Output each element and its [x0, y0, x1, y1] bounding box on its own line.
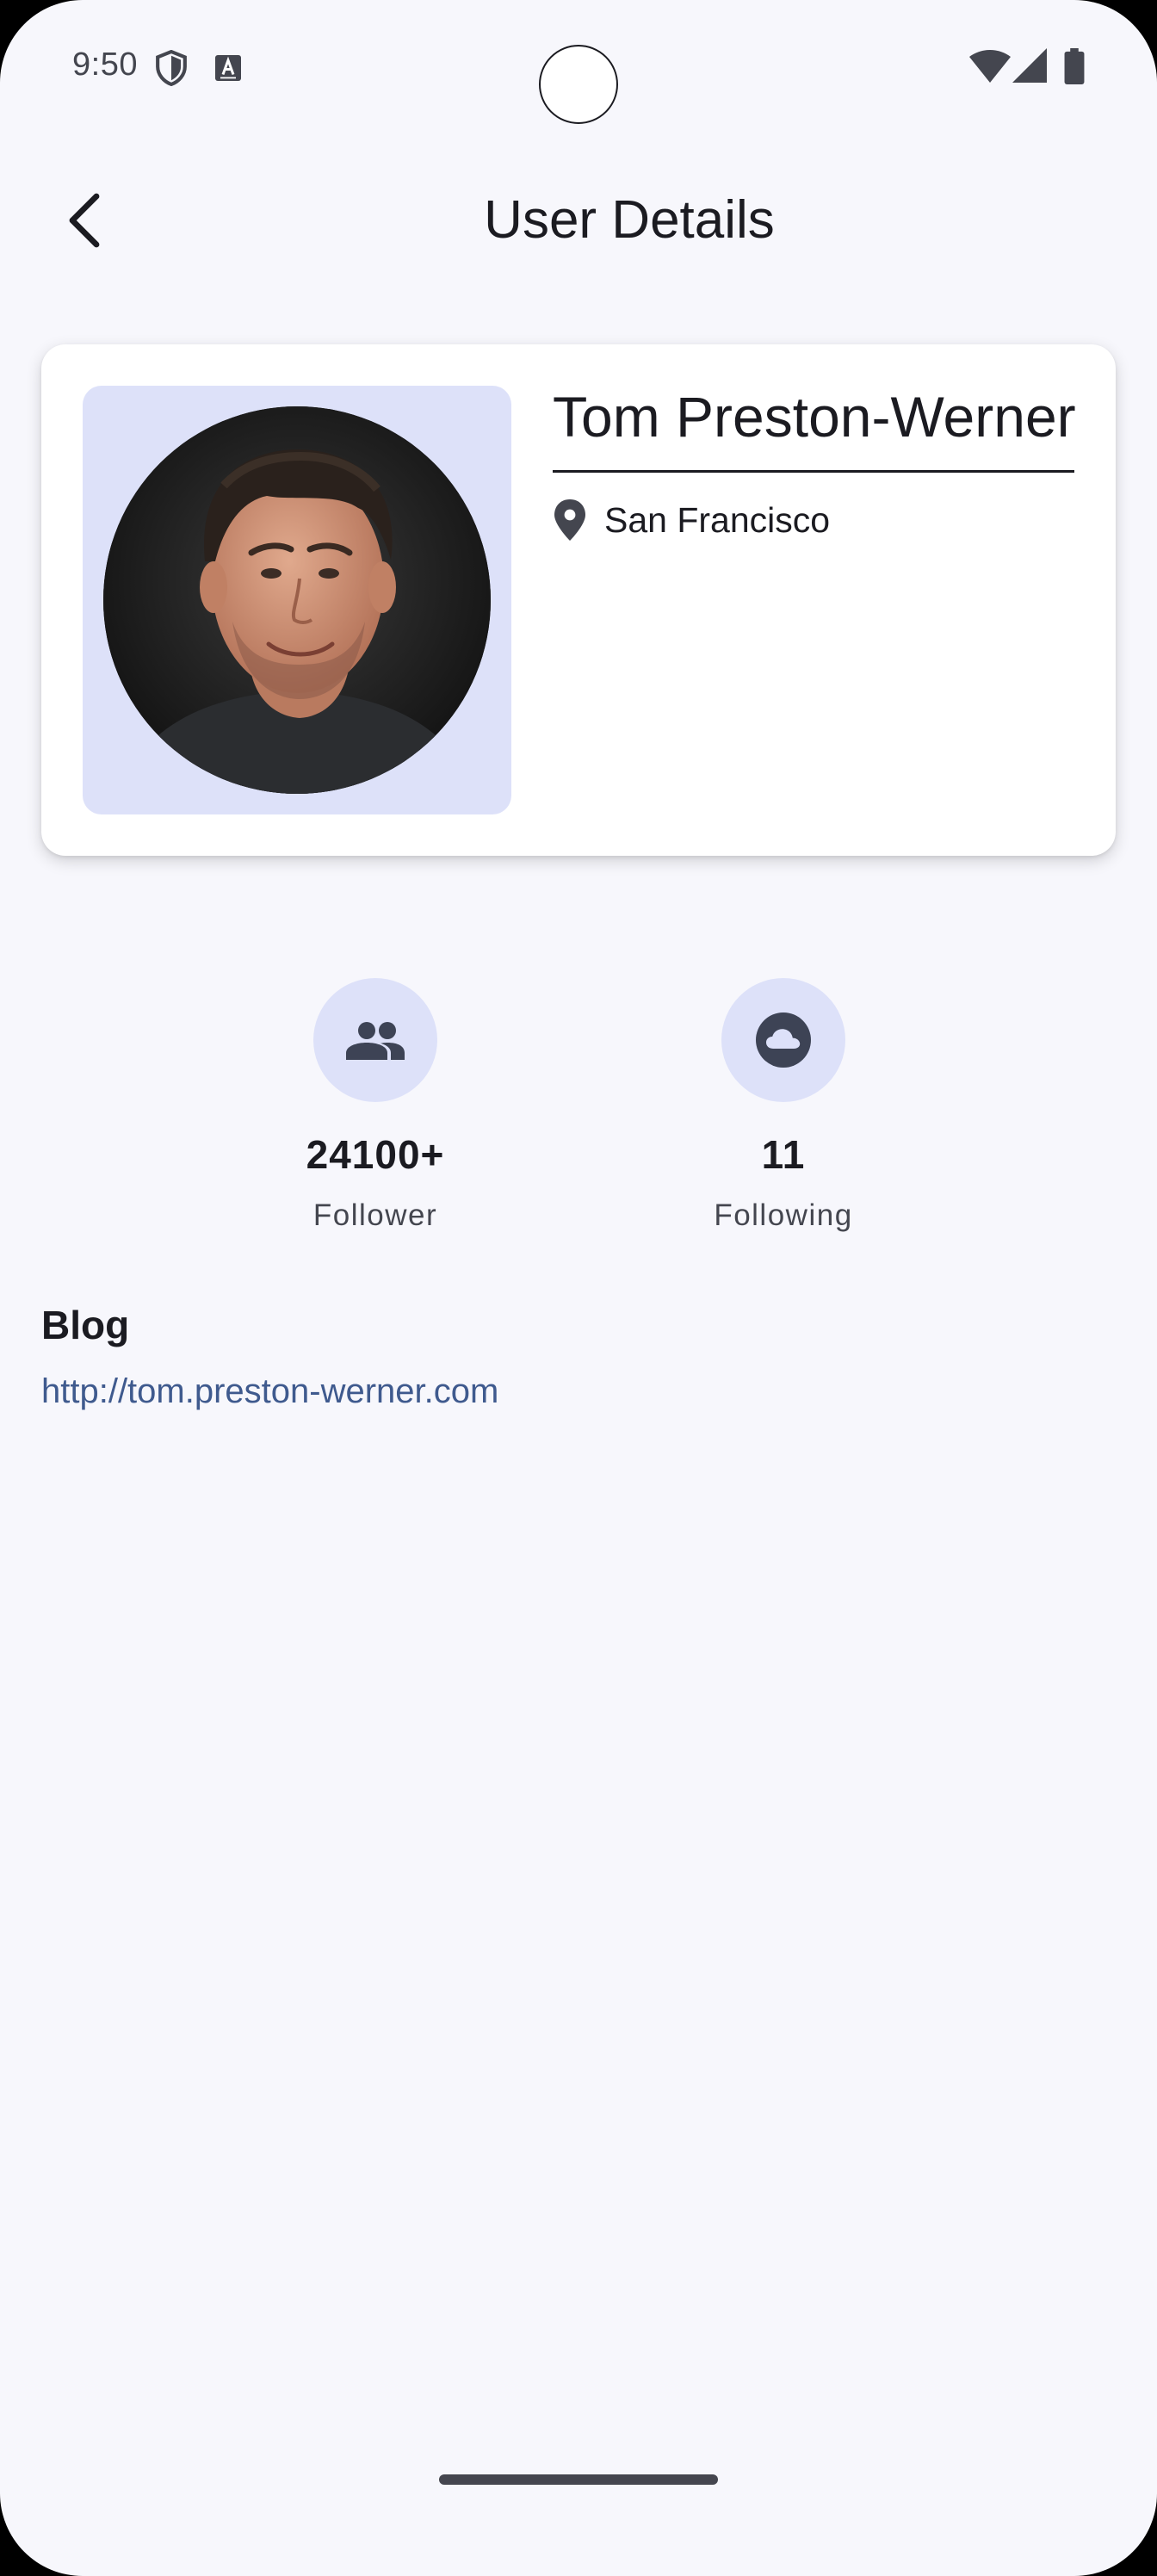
location-pin-icon: [554, 499, 585, 541]
keyboard-a-icon: [215, 55, 241, 81]
followers-stat[interactable]: 24100+ Follower: [246, 978, 504, 1233]
home-indicator[interactable]: [439, 2474, 718, 2485]
user-name: Tom Preston-Werner: [553, 385, 1076, 449]
followers-count: 24100+: [306, 1132, 445, 1177]
signal-icon: [1012, 48, 1047, 83]
top-app-bar: User Details: [0, 164, 1157, 276]
blog-heading: Blog: [41, 1303, 130, 1347]
people-icon: [346, 1022, 405, 1060]
status-time: 9:50: [72, 46, 138, 83]
name-underline: [553, 470, 1074, 473]
page-title: User Details: [484, 190, 775, 250]
shield-icon: [156, 50, 187, 86]
blog-link[interactable]: http://tom.preston-werner.com: [41, 1372, 498, 1411]
avatar: [103, 406, 491, 794]
following-label: Following: [714, 1198, 853, 1232]
followers-icon-circle: [313, 978, 437, 1102]
avatar-photo: [103, 406, 491, 794]
following-icon-circle: [721, 978, 845, 1102]
location-row: San Francisco: [553, 499, 830, 541]
wifi-icon: [969, 50, 1011, 83]
cloud-icon: [756, 1012, 811, 1068]
screen: 9:50 User Details Tom Preston-Werner San…: [0, 0, 1157, 2576]
battery-icon: [1064, 48, 1085, 84]
status-bar: 9:50: [0, 0, 1157, 138]
camera-cutout: [539, 45, 618, 124]
followers-label: Follower: [312, 1198, 438, 1232]
avatar-frame: [83, 386, 511, 814]
following-count: 11: [761, 1132, 806, 1177]
location-text: San Francisco: [604, 499, 831, 540]
profile-card: Tom Preston-Werner San Francisco: [41, 344, 1116, 856]
following-stat[interactable]: 11 Following: [654, 978, 913, 1233]
